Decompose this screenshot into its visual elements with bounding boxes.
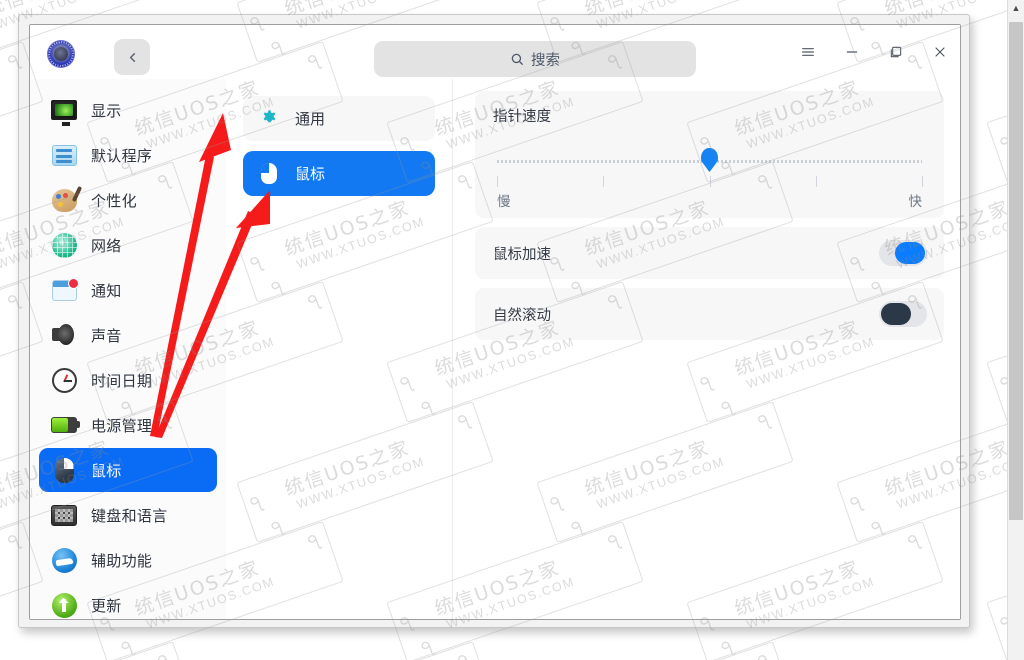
close-button[interactable] bbox=[918, 32, 960, 72]
window-body: 显示 默认程序 个性化 网络 通知 声音 时间日期 电源管理 鼠标 键盘和语言 … bbox=[30, 79, 960, 619]
window-content: 搜索 显示 默认程序 个性化 网络 通知 声音 时间日期 电源管理 鼠标 键盘和… bbox=[29, 24, 961, 620]
screenshot-canvas: 搜索 显示 默认程序 个性化 网络 通知 声音 时间日期 电源管理 鼠标 键盘和… bbox=[0, 0, 1024, 660]
notification-icon bbox=[50, 276, 79, 304]
mouse-icon bbox=[50, 456, 78, 484]
slider-ticks bbox=[497, 176, 923, 187]
sidebar-item-sound[interactable]: 声音 bbox=[39, 313, 217, 357]
network-icon bbox=[50, 231, 78, 259]
nav-column: 通用 鼠标 bbox=[226, 79, 453, 619]
sidebar-item-label: 辅助功能 bbox=[91, 552, 153, 570]
monitor-icon bbox=[50, 96, 78, 126]
hamburger-menu-button[interactable] bbox=[786, 32, 830, 72]
search-icon bbox=[511, 53, 523, 65]
mouse-icon bbox=[258, 163, 280, 185]
sound-icon bbox=[50, 321, 78, 349]
search-input[interactable]: 搜索 bbox=[374, 41, 696, 77]
pointer-speed-title: 指针速度 bbox=[493, 109, 551, 125]
battery-icon bbox=[50, 411, 80, 439]
scrollbar-up-arrow-icon[interactable]: ▲ bbox=[1008, 0, 1024, 17]
accessibility-icon bbox=[50, 546, 78, 574]
slider-tick bbox=[922, 176, 923, 187]
natural-scrolling-toggle[interactable] bbox=[879, 301, 927, 327]
sidebar-item-notification[interactable]: 通知 bbox=[39, 268, 217, 312]
slider-tick bbox=[815, 176, 817, 187]
slider-tick bbox=[603, 176, 605, 187]
watermark-tile: ৭৭৭统信UOS之家WWW.XTUOS.COM bbox=[0, 641, 194, 660]
natural-scrolling-row: 自然滚动 bbox=[475, 288, 944, 340]
titlebar: 搜索 bbox=[30, 25, 960, 79]
application-window: 搜索 显示 默认程序 个性化 网络 通知 声音 时间日期 电源管理 鼠标 键盘和… bbox=[18, 14, 970, 628]
window-controls bbox=[786, 25, 960, 79]
nav-item-mouse[interactable]: 鼠标 bbox=[243, 151, 435, 196]
nav-item-label: 鼠标 bbox=[295, 166, 326, 183]
update-icon bbox=[50, 591, 78, 619]
chevron-left-icon bbox=[129, 52, 135, 62]
sidebar-item-network[interactable]: 网络 bbox=[39, 223, 217, 267]
nav-item-general[interactable]: 通用 bbox=[243, 96, 435, 141]
sidebar-item-label: 时间日期 bbox=[91, 372, 153, 390]
sidebar-item-label: 键盘和语言 bbox=[91, 507, 168, 525]
sidebar-item-personalization[interactable]: 个性化 bbox=[39, 178, 217, 222]
sidebar-item-default-apps[interactable]: 默认程序 bbox=[39, 133, 217, 177]
close-icon bbox=[935, 47, 945, 57]
mouse-acceleration-row: 鼠标加速 bbox=[475, 227, 944, 279]
sidebar-item-label: 通知 bbox=[91, 282, 122, 300]
slider-min-label: 慢 bbox=[497, 194, 511, 209]
search-placeholder: 搜索 bbox=[531, 52, 560, 69]
natural-scrolling-label: 自然滚动 bbox=[493, 307, 551, 324]
personalization-icon bbox=[50, 186, 78, 214]
sidebar-item-power[interactable]: 电源管理 bbox=[39, 403, 217, 447]
keyboard-icon bbox=[50, 501, 78, 529]
minimize-button[interactable] bbox=[830, 32, 874, 72]
sidebar-item-mouse[interactable]: 鼠标 bbox=[39, 448, 217, 492]
sidebar-item-keyboard-language[interactable]: 键盘和语言 bbox=[39, 493, 217, 537]
clock-icon bbox=[50, 366, 78, 394]
sidebar-item-label: 网络 bbox=[91, 237, 122, 255]
control-center-logo-icon bbox=[47, 40, 75, 68]
slider-tick bbox=[709, 176, 711, 187]
slider-handle[interactable] bbox=[701, 148, 718, 172]
watermark-tile: ৭৭৭统信UOS之家WWW.XTUOS.COM bbox=[836, 641, 1024, 660]
browser-scrollbar[interactable]: ▲ bbox=[1007, 0, 1024, 660]
sidebar-item-label: 默认程序 bbox=[91, 147, 153, 165]
slider-range-labels: 慢 快 bbox=[497, 190, 922, 210]
sidebar-item-label: 更新 bbox=[91, 597, 122, 615]
hamburger-menu-icon bbox=[802, 48, 814, 56]
maximize-restore-icon bbox=[890, 46, 902, 58]
nav-item-label: 通用 bbox=[295, 111, 326, 128]
sidebar-item-label: 显示 bbox=[91, 102, 122, 120]
sidebar-item-update[interactable]: 更新 bbox=[39, 583, 217, 619]
sidebar-item-label: 个性化 bbox=[91, 192, 137, 210]
toggle-knob bbox=[881, 303, 911, 325]
default-apps-icon bbox=[50, 141, 78, 169]
mouse-acceleration-label: 鼠标加速 bbox=[493, 246, 551, 263]
slider-tick bbox=[497, 176, 498, 187]
slider-max-label: 快 bbox=[908, 194, 923, 209]
mouse-acceleration-toggle[interactable] bbox=[879, 240, 927, 266]
sidebar-item-label: 电源管理 bbox=[91, 417, 153, 435]
scrollbar-thumb[interactable] bbox=[1009, 22, 1023, 521]
watermark-tile: ৭৭৭统信UOS之家WWW.XTUOS.COM bbox=[236, 641, 494, 660]
sidebar-item-datetime[interactable]: 时间日期 bbox=[39, 358, 217, 402]
sidebar-item-accessibility[interactable]: 辅助功能 bbox=[39, 538, 217, 582]
back-button[interactable] bbox=[114, 39, 150, 75]
watermark-tile: ৭৭৭统信UOS之家WWW.XTUOS.COM bbox=[536, 641, 794, 660]
pointer-speed-card: 指针速度 慢 快 bbox=[475, 91, 944, 218]
sidebar-item-label: 鼠标 bbox=[91, 462, 122, 480]
toggle-knob bbox=[895, 242, 925, 264]
minimize-icon bbox=[846, 51, 858, 53]
sidebar-item-display[interactable]: 显示 bbox=[39, 88, 217, 132]
settings-content: 指针速度 慢 快 鼠标加速 自然滚动 bbox=[453, 79, 960, 619]
sidebar: 显示 默认程序 个性化 网络 通知 声音 时间日期 电源管理 鼠标 键盘和语言 … bbox=[30, 79, 226, 619]
sidebar-item-label: 声音 bbox=[91, 327, 122, 345]
maximize-button[interactable] bbox=[874, 32, 918, 72]
gear-icon bbox=[258, 108, 280, 130]
pointer-speed-slider[interactable]: 慢 快 bbox=[493, 148, 926, 209]
